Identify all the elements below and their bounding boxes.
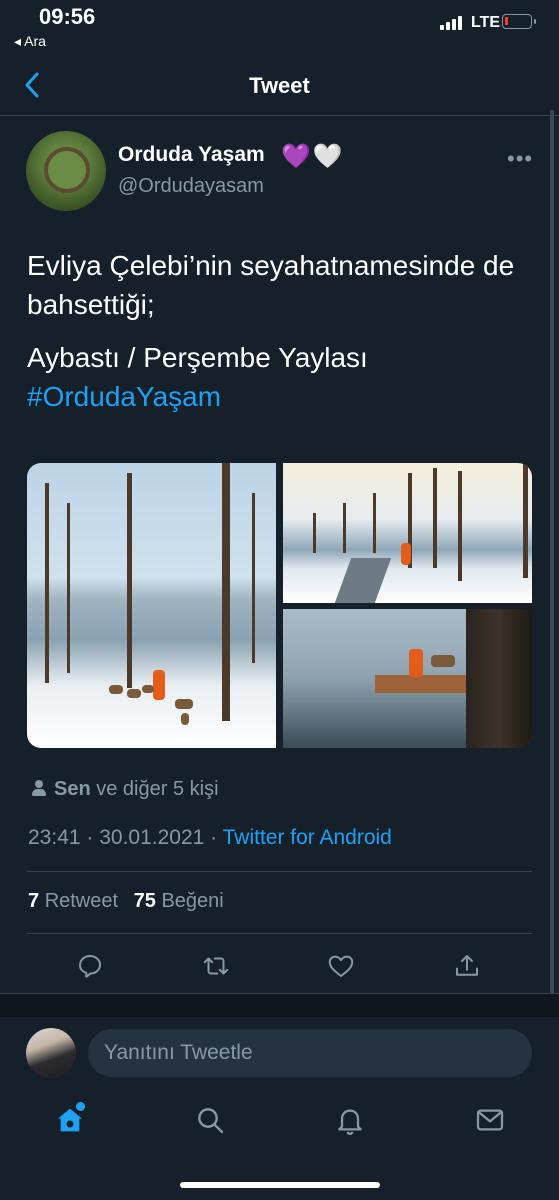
tweet-text-line: Evliya Çelebi’nin seyahatnamesinde de ba… (27, 250, 515, 320)
page-title: Tweet (249, 73, 310, 98)
author-display-name[interactable]: Orduda Yaşam (118, 143, 265, 167)
status-bar: 09:56 ◂ Ara LTE (0, 0, 559, 56)
header: Tweet (0, 56, 559, 116)
battery-icon (502, 14, 536, 29)
hashtag-link[interactable]: #OrdudaYaşam (27, 381, 221, 412)
tweet-text-line-2: Aybastı / Perşembe Yaylası (27, 342, 368, 373)
liked-by-you: Sen (54, 778, 91, 800)
share-button[interactable] (447, 946, 487, 986)
retweet-count: 7 (28, 890, 40, 912)
scrollbar[interactable] (550, 110, 554, 1010)
author-handle[interactable]: @Ordudayasam (118, 175, 264, 198)
tweet-text: Evliya Çelebi’nin seyahatnamesinde de ba… (27, 246, 532, 430)
like-button[interactable] (321, 946, 361, 986)
divider (27, 933, 532, 934)
reply-button[interactable] (70, 946, 110, 986)
tab-notifications[interactable] (330, 1100, 370, 1140)
search-icon (198, 1108, 224, 1134)
signal-icon (440, 16, 464, 30)
like-stat[interactable]: 75 Beğeni (134, 890, 224, 912)
white-heart-icon: 🤍 (312, 143, 345, 170)
source-link[interactable]: Twitter for Android (223, 826, 392, 849)
tweet-text-line: Aybastı / Perşembe Yaylası #OrdudaYaşam (27, 338, 532, 416)
liked-by[interactable]: Sen ve diğer 5 kişi (32, 778, 219, 801)
more-icon[interactable]: ••• (507, 146, 533, 172)
notification-dot (76, 1102, 85, 1111)
divider (27, 871, 532, 872)
person-icon (32, 780, 46, 796)
tab-home[interactable] (50, 1100, 90, 1140)
timestamp-text: 23:41 · 30.01.2021 · (28, 826, 223, 849)
home-indicator[interactable] (180, 1182, 380, 1188)
back-to-app-link[interactable]: ◂ Ara (14, 33, 46, 50)
heart-icon (328, 955, 354, 977)
tab-messages[interactable] (470, 1100, 510, 1140)
bell-icon (338, 1109, 362, 1136)
engagement-counts: 7 Retweet 75 Beğeni (28, 890, 224, 913)
tab-bar (0, 1090, 559, 1160)
name-emojis: 💜🤍 (281, 142, 345, 171)
like-count: 75 (133, 890, 156, 912)
retweet-icon (203, 957, 229, 975)
mail-icon (476, 1109, 504, 1131)
tweet-timestamp: 23:41 · 30.01.2021 · Twitter for Android (28, 826, 392, 850)
purple-heart-icon: 💜 (281, 143, 313, 170)
photo-dock-dog[interactable] (283, 609, 532, 748)
liked-by-others: ve diğer 5 kişi (96, 778, 219, 800)
comment-icon (79, 955, 101, 978)
photo-lake-trees-dogs[interactable] (27, 463, 276, 748)
media-grid (27, 463, 532, 748)
user-avatar[interactable] (26, 1028, 76, 1078)
tab-search[interactable] (190, 1100, 230, 1140)
status-time: 09:56 (39, 4, 96, 29)
retweet-button[interactable] (196, 946, 236, 986)
retweet-stat[interactable]: 7 Retweet (28, 890, 118, 912)
reply-input[interactable]: Yanıtını Tweetle (88, 1029, 532, 1077)
photo-snowy-stream[interactable] (283, 463, 532, 603)
network-type: LTE (471, 14, 501, 31)
author-avatar[interactable] (26, 131, 106, 211)
retweet-label: Retweet (44, 890, 119, 912)
share-icon (456, 955, 478, 976)
tweet-actions (0, 946, 559, 986)
like-label: Beğeni (161, 890, 224, 912)
section-separator (0, 993, 559, 1017)
